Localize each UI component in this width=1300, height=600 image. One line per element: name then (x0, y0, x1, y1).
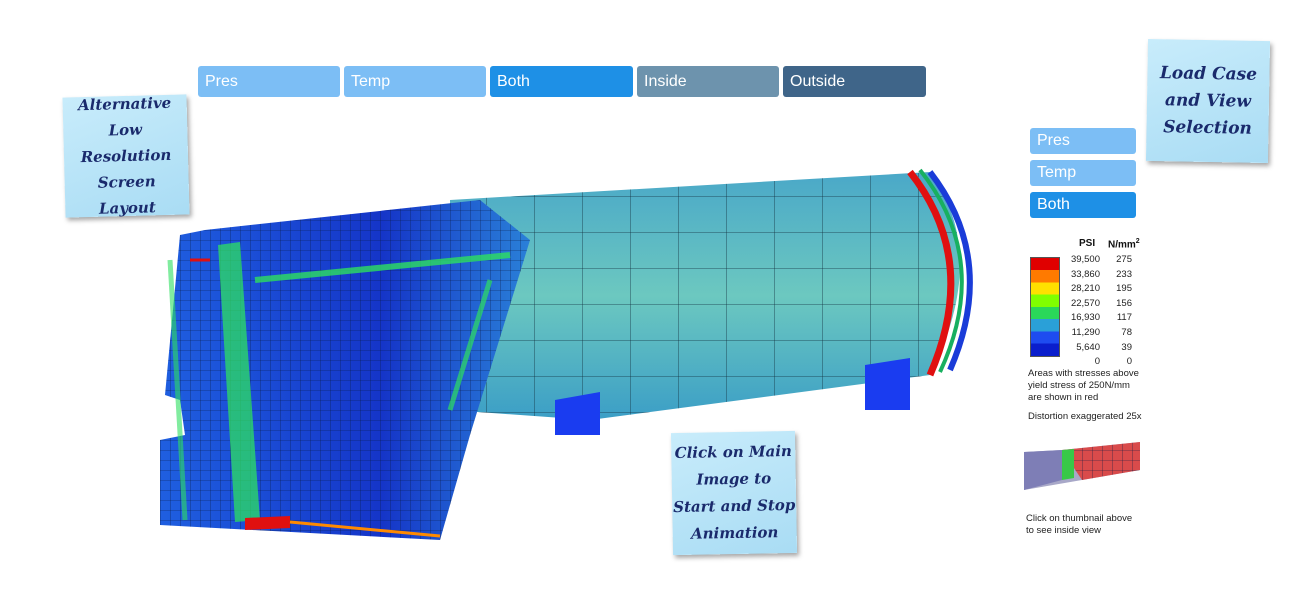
side-button-pres[interactable]: Pres (1030, 128, 1136, 154)
legend-psi-value: 39,500 (1070, 254, 1100, 265)
tab-both[interactable]: Both (490, 66, 633, 97)
side-button-pres-label: Pres (1037, 132, 1070, 149)
tab-outside-label: Outside (790, 73, 846, 90)
legend-nmm-value: 233 (1116, 268, 1132, 280)
legend-psi-value: 22,570 (1070, 297, 1100, 309)
legend-psi-value: 11,290 (1071, 327, 1100, 338)
legend-nmm-value: 39 (1121, 341, 1132, 353)
note-low-resolution-layout: Alternative Low Resolution Screen Layout (62, 94, 190, 218)
legend-stress-note: Areas with stresses above yield stress o… (1028, 368, 1139, 403)
legend-nmm-value: 78 (1121, 327, 1132, 338)
legend-nmm-text: N/mm (1108, 239, 1136, 251)
tab-temp-label: Temp (351, 73, 391, 90)
tab-outside[interactable]: Outside (783, 66, 926, 97)
thumbnail-svg (1024, 442, 1140, 490)
main-stress-image[interactable] (150, 160, 1000, 550)
side-button-temp-label: Temp (1037, 164, 1077, 181)
support-rear (865, 358, 910, 410)
note-low-resolution-text: Alternative Low Resolution Screen Layout (77, 93, 172, 218)
legend-nmm-sup: 2 (1135, 238, 1140, 245)
legend-distortion-note: Distortion exaggerated 25x (1028, 411, 1142, 422)
legend-psi-value: 5,640 (1076, 341, 1100, 353)
inside-view-thumbnail[interactable] (1022, 440, 1142, 492)
tab-pres[interactable]: Pres (198, 66, 340, 97)
note-load-case-text: Load Case and View Selection (1159, 62, 1258, 139)
legend-nmm-value: 195 (1116, 283, 1132, 295)
legend-nmm-header: N/mm2 (1108, 238, 1140, 250)
legend-color-bar (1030, 257, 1060, 357)
legend-psi-value: 28,210 (1070, 283, 1100, 295)
legend-nmm-value: 156 (1116, 297, 1132, 309)
legend-psi-value: 16,930 (1070, 312, 1100, 324)
note-click-animation-text: Click on Main Image to Start and Stop An… (673, 441, 796, 543)
side-button-both-label: Both (1037, 196, 1070, 213)
stress-model-svg (160, 168, 973, 540)
side-button-both[interactable]: Both (1030, 192, 1136, 218)
legend-psi-value: 0 (1094, 356, 1100, 368)
base-red-stress (245, 516, 290, 530)
note-click-animation: Click on Main Image to Start and Stop An… (670, 430, 798, 556)
tab-both-label: Both (497, 73, 530, 90)
tab-inside[interactable]: Inside (637, 66, 779, 97)
side-button-temp[interactable]: Temp (1030, 160, 1136, 186)
note-load-case-selection: Load Case and View Selection (1145, 38, 1271, 164)
legend-nmm-value: 117 (1116, 312, 1132, 324)
tab-pres-label: Pres (205, 73, 238, 90)
legend-nmm-value: 275 (1116, 254, 1132, 265)
legend-psi-header: PSI (1079, 238, 1096, 249)
legend-psi-value: 33,860 (1070, 268, 1100, 280)
tab-inside-label: Inside (644, 73, 687, 90)
legend-nmm-value: 0 (1126, 356, 1132, 368)
thumbnail-caption: Click on thumbnail above to see inside v… (1026, 513, 1133, 536)
tab-temp[interactable]: Temp (344, 66, 486, 97)
